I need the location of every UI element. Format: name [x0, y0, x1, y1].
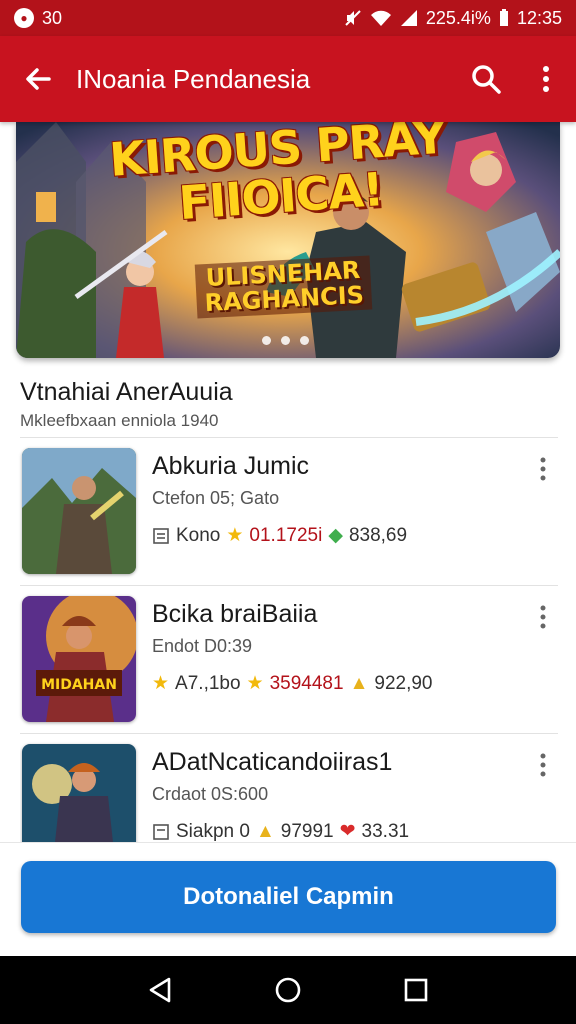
item-thumbnail — [22, 448, 136, 574]
item-stat-rating: 3594481 — [269, 672, 344, 694]
item-stats: Siakpn 0 ▲ 97991 ❤ 33.31 — [152, 820, 409, 842]
more-vert-icon — [543, 66, 549, 92]
featured-banner[interactable]: KIROUS PRAY FIIOICA! ULISNEHAR RAGHANCIS — [16, 122, 560, 358]
gem-icon: ◆ — [328, 525, 343, 546]
item-stats: Kono ★ 01.1725i ◆ 838,69 — [152, 524, 407, 547]
section-title: Vtnahiai AnerAuuia — [20, 378, 233, 406]
item-meta: Crdaot 0S:600 — [152, 784, 269, 804]
battery-text: 225.4i% — [425, 7, 491, 28]
app-bar: INoania Pendanesia — [0, 36, 576, 122]
nav-recents-button[interactable] — [396, 970, 436, 1010]
back-arrow-icon — [26, 68, 51, 90]
overflow-menu-button[interactable] — [516, 36, 576, 122]
item-thumbnail: MIDAHAN — [22, 596, 136, 722]
carousel-dot[interactable] — [300, 336, 309, 345]
system-nav-bar — [0, 956, 576, 1024]
nav-recents-icon — [404, 978, 428, 1002]
section-subtitle: Mkleefbxaan enniola 1940 — [20, 411, 219, 430]
doc-icon — [153, 527, 169, 544]
list-item[interactable]: ADatNcaticandoiiras1 Crdaot 0S:600 Siakp… — [20, 734, 558, 842]
item-stat-value: 838,69 — [348, 524, 408, 546]
item-stat-label: Kono — [176, 524, 221, 546]
page-title: INoania Pendanesia — [76, 63, 311, 94]
item-meta: Endot D0:39 — [152, 636, 253, 656]
item-stat-rating: 01.1725i — [249, 524, 323, 546]
notification-badge: 30 — [42, 7, 63, 28]
nav-back-button[interactable] — [140, 970, 180, 1010]
gem-icon: ▲ — [255, 820, 275, 842]
star-icon: ★ — [246, 673, 264, 694]
item-title: ADatNcaticandoiiras1 — [152, 748, 393, 776]
mute-icon — [344, 9, 362, 27]
more-vert-icon — [540, 753, 546, 777]
star-icon: ★ — [152, 673, 170, 694]
nav-home-icon — [275, 977, 301, 1003]
signal-icon — [400, 9, 418, 27]
primary-cta-button[interactable]: Dotonaliel Capmin — [21, 861, 556, 933]
nav-home-button[interactable] — [268, 970, 308, 1010]
status-right: 225.4i% 12:35 — [344, 8, 562, 29]
banner-subtitle: ULISNEHAR RAGHANCIS — [194, 255, 373, 319]
carousel-dot[interactable] — [262, 336, 271, 345]
item-meta: Ctefon 05; Gato — [152, 488, 280, 508]
item-more-button[interactable] — [532, 454, 554, 484]
star-icon: ★ — [226, 525, 244, 546]
more-vert-icon — [540, 605, 546, 629]
item-title: Abkuria Jumic — [152, 452, 309, 480]
item-stat-value: 922,90 — [374, 672, 433, 694]
item-more-button[interactable] — [532, 750, 554, 780]
doc-icon — [153, 823, 169, 840]
item-more-button[interactable] — [532, 602, 554, 632]
nav-back-icon — [149, 977, 171, 1003]
item-stat-label: Siakpn 0 — [176, 820, 250, 842]
item-thumbnail — [22, 744, 136, 842]
carousel-indicator — [262, 336, 309, 345]
list-item[interactable]: MIDAHAN Bcika braiBaiia Endot D0:39 ★ A7… — [20, 586, 558, 722]
clock: 12:35 — [516, 7, 562, 28]
item-stat-value: 33.31 — [361, 820, 410, 842]
item-title: Bcika braiBaiia — [152, 600, 318, 628]
back-button[interactable] — [0, 36, 76, 122]
item-stat-rating: 97991 — [280, 820, 334, 842]
item-stat-label: A7.,1bo — [175, 672, 241, 694]
more-vert-icon — [540, 457, 546, 481]
list-item[interactable]: Abkuria Jumic Ctefon 05; Gato Kono ★ 01.… — [20, 438, 558, 574]
status-left: ● 30 — [14, 8, 62, 29]
search-button[interactable] — [456, 36, 516, 122]
notification-icon: ● — [14, 8, 34, 28]
item-stats: ★ A7.,1bo ★ 3594481 ▲ 922,90 — [152, 672, 433, 695]
battery-icon — [499, 9, 509, 27]
heart-icon: ❤ — [339, 821, 356, 842]
gem-icon: ▲ — [349, 672, 369, 694]
search-icon — [472, 65, 501, 94]
status-bar: ● 30 225.4i% 12:35 — [0, 0, 576, 36]
svg-text:MIDAHAN: MIDAHAN — [41, 677, 117, 693]
carousel-dot[interactable] — [281, 336, 290, 345]
wifi-icon — [370, 9, 392, 27]
